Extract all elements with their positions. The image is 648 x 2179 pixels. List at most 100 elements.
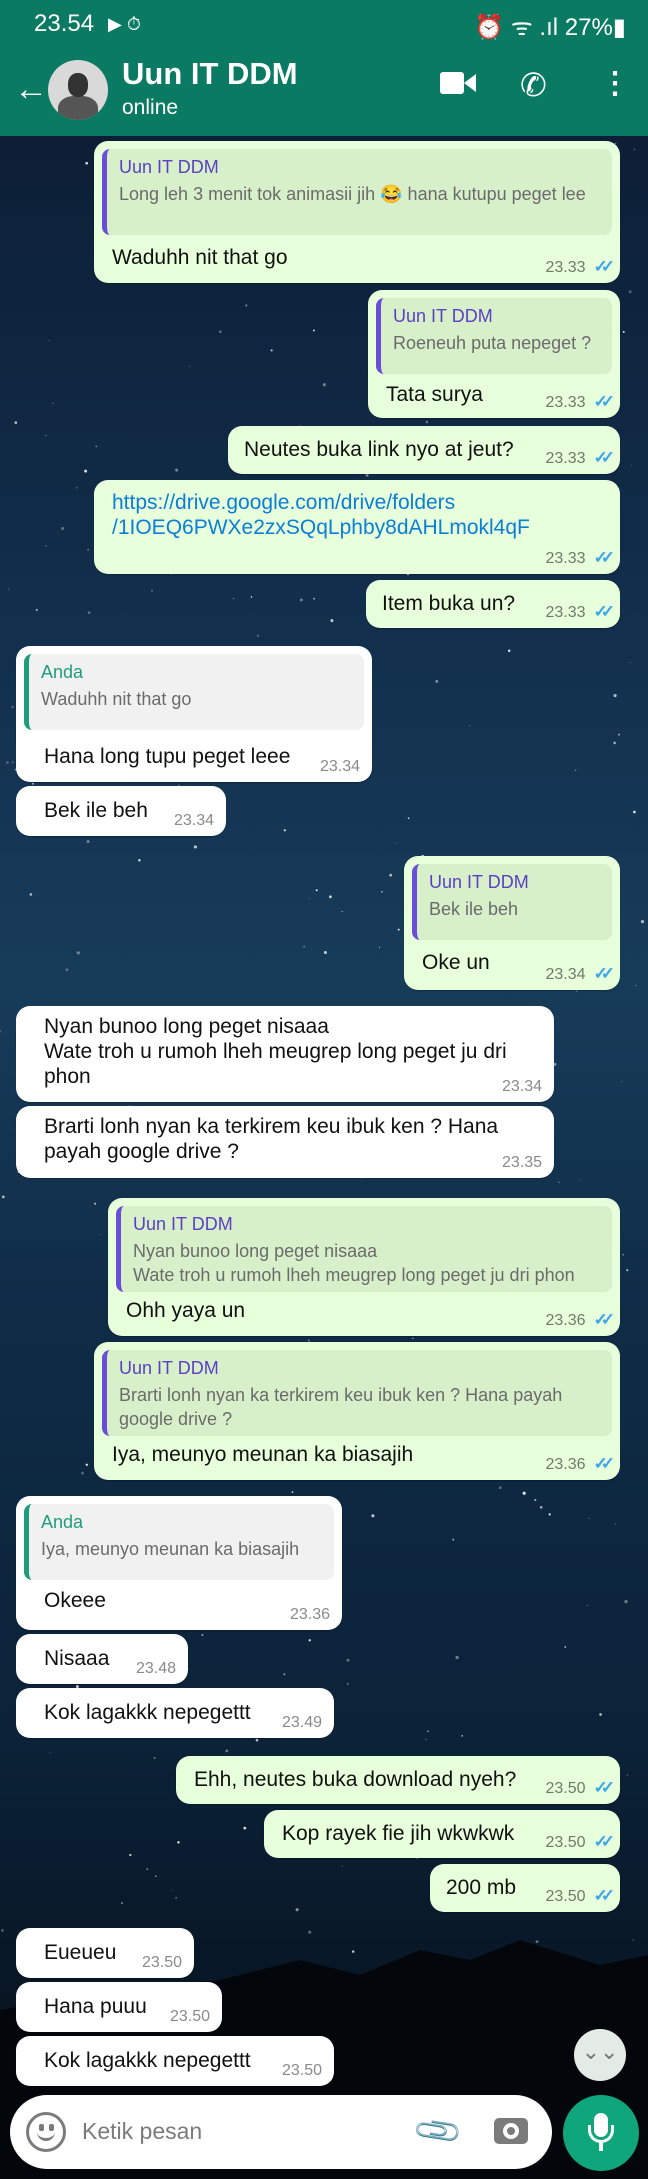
star — [225, 1749, 229, 1753]
message-bubble-outgoing[interactable]: Uun IT DDM Long leh 3 menit tok animasii… — [94, 141, 620, 283]
more-options-icon[interactable]: ⋮ — [600, 66, 630, 101]
star — [631, 464, 633, 466]
message-bubble-outgoing[interactable]: https://drive.google.com/drive/folders /… — [94, 480, 620, 574]
message-time: 23.49 — [281, 1714, 322, 1731]
quoted-message[interactable]: Uun IT DDM Bek ile beh — [412, 864, 612, 940]
message-bubble-incoming[interactable]: Eueueu 23.50 — [16, 1928, 194, 1978]
quoted-sender: Anda — [41, 1512, 84, 1532]
drive-link[interactable]: https://drive.google.com/drive/folders /… — [112, 490, 530, 540]
message-bubble-outgoing[interactable]: Kop rayek fie jih wkwkwk 23.50 ✓✓ — [264, 1810, 620, 1858]
message-bubble-outgoing[interactable]: Uun IT DDM Bek ile beh Oke un 23.34 ✓✓ — [404, 856, 620, 990]
quoted-message[interactable]: Uun IT DDM Nyan bunoo long peget nisaaa … — [116, 1206, 612, 1292]
message-time: 23.50 — [169, 2008, 210, 2025]
star — [455, 1655, 459, 1660]
read-ticks-icon: ✓✓ — [593, 548, 615, 567]
quoted-message[interactable]: Uun IT DDM Long leh 3 menit tok animasii… — [102, 149, 612, 235]
quoted-message[interactable]: Anda Iya, meunyo meunan ka biasajih — [24, 1504, 334, 1580]
double-chevron-down-icon: ⌄⌄ — [581, 2039, 619, 2064]
quoted-sender: Uun IT DDM — [429, 872, 529, 892]
contact-avatar[interactable] — [48, 60, 108, 120]
star — [416, 1858, 418, 1860]
message-text: Neutes buka link nyo at jeut? — [244, 438, 514, 461]
message-bubble-outgoing[interactable]: Item buka un? 23.33 ✓✓ — [366, 580, 620, 628]
message-text: Ohh yaya un — [126, 1299, 246, 1322]
message-bubble-incoming[interactable]: Anda Waduhh nit that go Hana long tupu p… — [16, 646, 372, 782]
star — [347, 1683, 349, 1685]
message-bubble-incoming[interactable]: Hana puuu 23.50 — [16, 1982, 222, 2032]
message-input-bar[interactable]: Ketik pesan 📎 — [10, 2095, 552, 2169]
message-bubble-incoming[interactable]: Brarti lonh nyan ka terkirem keu ibuk ke… — [16, 1106, 554, 1178]
message-text: 200 mb — [446, 1876, 517, 1899]
star — [0, 1030, 2, 1033]
voice-call-icon[interactable]: ✆ — [520, 66, 547, 104]
back-arrow-icon[interactable]: ← — [14, 72, 48, 106]
star — [151, 589, 153, 592]
scroll-down-button[interactable]: ⌄⌄ — [574, 2029, 626, 2081]
star — [461, 1735, 464, 1737]
contact-name[interactable]: Uun IT DDM — [122, 56, 298, 92]
message-meta: 23.33 ✓✓ — [545, 602, 615, 622]
star — [100, 1234, 102, 1236]
star — [435, 679, 439, 683]
star — [6, 761, 9, 764]
quoted-text: Nyan bunoo long peget nisaaa Wate troh u… — [133, 1241, 575, 1285]
read-ticks-icon: ✓✓ — [593, 257, 615, 276]
star — [12, 761, 14, 763]
message-bubble-outgoing[interactable]: Uun IT DDM Nyan bunoo long peget nisaaa … — [108, 1198, 620, 1336]
star — [256, 634, 260, 637]
star — [330, 619, 334, 623]
quoted-message[interactable]: Uun IT DDM Roeneuh puta nepeget ? — [376, 298, 612, 374]
star — [539, 1506, 543, 1509]
message-input-placeholder[interactable]: Ketik pesan — [82, 2118, 202, 2145]
star — [87, 548, 90, 551]
message-bubble-incoming[interactable]: Nisaaa 23.48 — [16, 1634, 188, 1684]
emoji-icon[interactable] — [26, 2112, 66, 2152]
star — [175, 468, 179, 472]
message-bubble-incoming[interactable]: Anda Iya, meunyo meunan ka biasajih Okee… — [16, 1496, 342, 1630]
star — [622, 1253, 625, 1256]
quoted-message[interactable]: Anda Waduhh nit that go — [24, 654, 364, 730]
star — [365, 473, 369, 477]
message-bubble-incoming[interactable]: Bek ile beh 23.34 — [16, 786, 226, 836]
message-time: 23.33 — [545, 259, 586, 276]
star — [85, 161, 89, 165]
status-bar: 23.54 ▶ ⏱ ⏰ ᯤ .ıl 27%▮ — [0, 0, 648, 48]
message-meta: 23.33 ✓✓ — [545, 257, 615, 277]
message-bubble-incoming[interactable]: Kok lagakkk nepegettt 23.49 — [16, 1688, 334, 1738]
message-meta: 23.34 ✓✓ — [545, 964, 614, 984]
star — [255, 1738, 259, 1742]
quoted-message[interactable]: Uun IT DDM Brarti lonh nyan ka terkirem … — [102, 1350, 612, 1436]
star — [45, 434, 47, 437]
star — [153, 1756, 156, 1760]
star — [85, 1463, 88, 1466]
star — [35, 608, 38, 611]
star — [270, 349, 273, 352]
star — [45, 545, 47, 547]
message-bubble-incoming[interactable]: Kok lagakkk nepegettt 23.50 — [16, 2036, 334, 2086]
star — [558, 1181, 560, 1183]
message-bubble-outgoing[interactable]: Uun IT DDM Roeneuh puta nepeget ? Tata s… — [368, 290, 620, 418]
microphone-button[interactable] — [563, 2095, 639, 2171]
quoted-sender: Uun IT DDM — [133, 1214, 233, 1234]
message-text: Kok lagakkk nepegettt — [44, 2049, 251, 2072]
star — [283, 1673, 286, 1676]
star — [75, 486, 78, 489]
star — [624, 1599, 628, 1604]
message-bubble-outgoing[interactable]: Uun IT DDM Brarti lonh nyan ka terkirem … — [94, 1342, 620, 1480]
message-time: 23.50 — [281, 2062, 322, 2079]
read-ticks-icon: ✓✓ — [593, 602, 615, 621]
paperclip-icon[interactable]: 📎 — [410, 2104, 465, 2159]
star — [381, 891, 383, 893]
star — [346, 1658, 350, 1662]
star — [295, 1908, 299, 1912]
message-meta: 23.50 ✓✓ — [545, 1886, 614, 1906]
message-text: Okeee — [44, 1589, 106, 1612]
video-call-icon[interactable] — [440, 70, 476, 96]
quoted-text: Bek ile beh — [429, 899, 519, 919]
message-bubble-outgoing[interactable]: Neutes buka link nyo at jeut? 23.33 ✓✓ — [228, 426, 620, 474]
message-bubble-incoming[interactable]: Nyan bunoo long peget nisaaa Wate troh u… — [16, 1006, 554, 1102]
message-bubble-outgoing[interactable]: Ehh, neutes buka download nyeh? 23.50 ✓✓ — [176, 1756, 620, 1804]
message-bubble-outgoing[interactable]: 200 mb 23.50 ✓✓ — [430, 1864, 620, 1912]
message-time: 23.50 — [545, 1834, 586, 1851]
camera-icon[interactable] — [494, 2118, 528, 2144]
